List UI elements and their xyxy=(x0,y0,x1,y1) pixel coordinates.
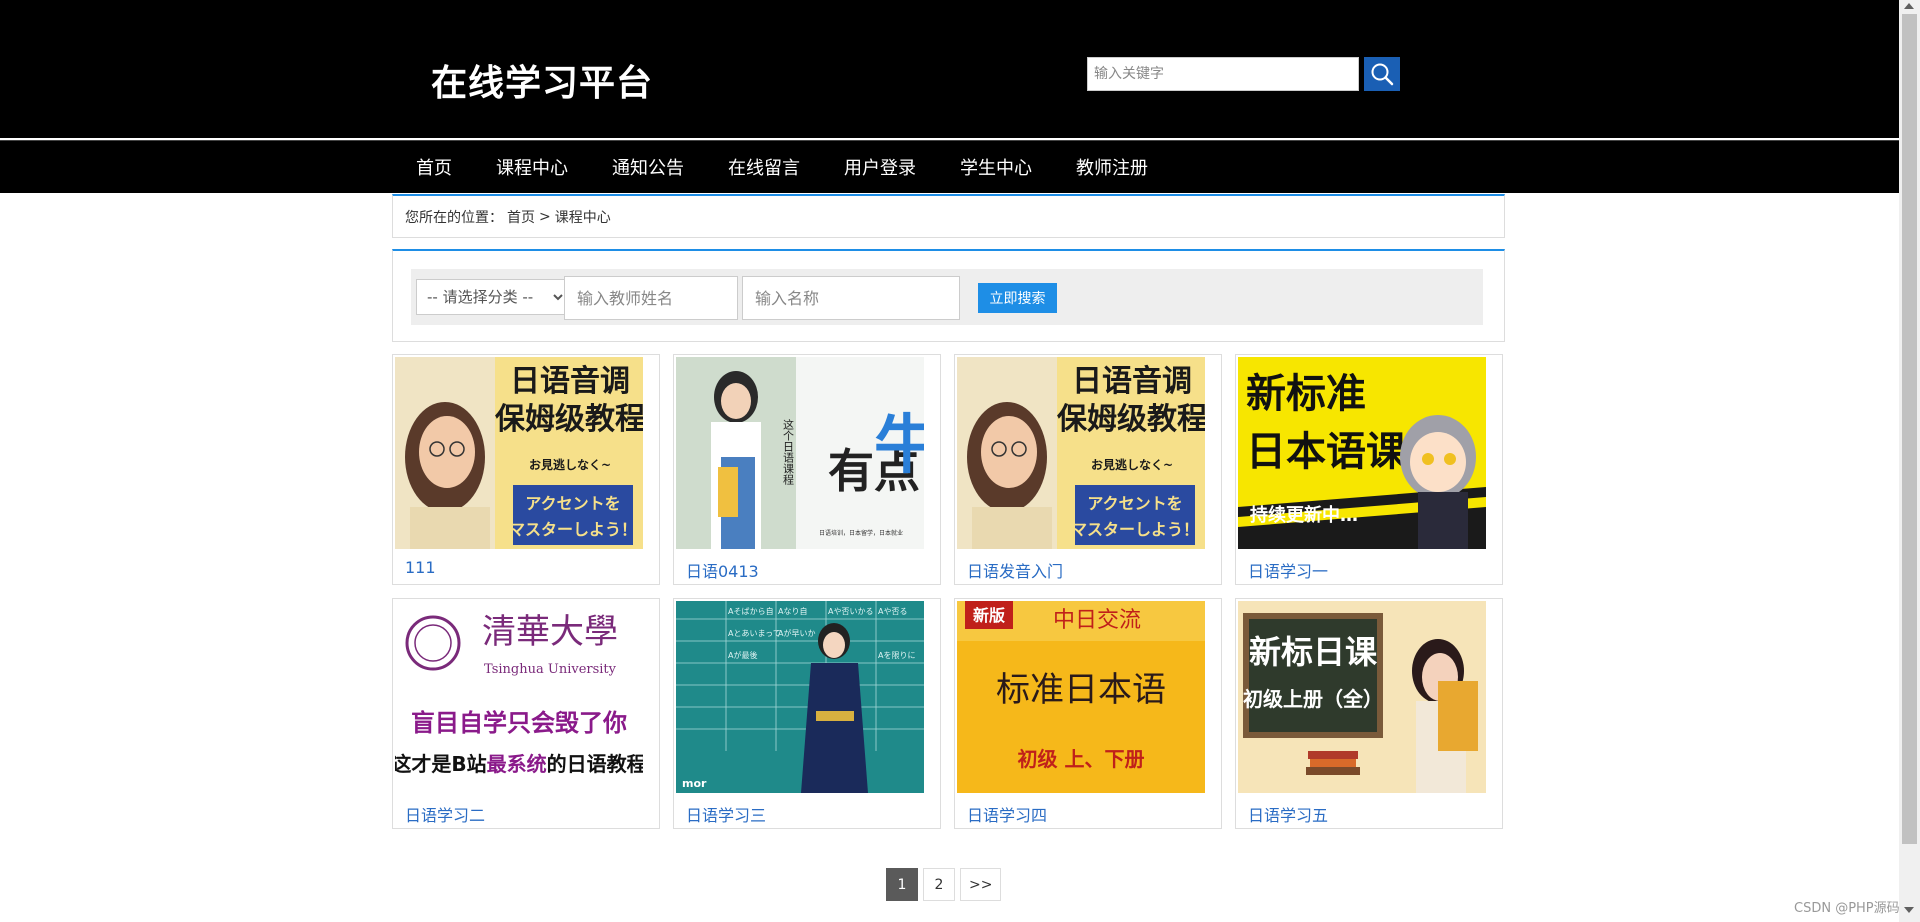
thumb-text: 标准日本语 xyxy=(996,670,1166,710)
thumb-text: アクセントを xyxy=(525,494,620,513)
course-thumbnail: 清華大學 Tsinghua University 盲目自学只会毁了你 这才是B站… xyxy=(395,601,643,793)
thumb-text: 保姆级教程 xyxy=(1057,402,1205,437)
course-title[interactable]: 日语学习三 xyxy=(686,802,766,826)
category-select[interactable]: -- 请选择分类 -- xyxy=(416,279,567,315)
thumb-text: 这才是B站 xyxy=(395,752,487,776)
course-title[interactable]: 日语学习五 xyxy=(1248,802,1328,826)
thumb-text: Aを限りに xyxy=(878,651,915,660)
filter-bar: -- 请选择分类 -- 立即搜索 xyxy=(411,269,1483,325)
course-card[interactable]: 这个日语课程 有点 牛 日语培训，日本留学，日本就业 日语0413 xyxy=(673,354,941,585)
thumb-text: 这个日语课程 xyxy=(782,418,795,486)
breadcrumb-home-link[interactable]: 首页 xyxy=(507,207,535,227)
nav-item-messages[interactable]: 在线留言 xyxy=(728,154,800,180)
course-card[interactable]: Aそばから自 Aなり自 Aや否いかる Aや否る Aとあいまって Aが早いか Aが… xyxy=(673,598,941,829)
thumb-text: 清華大學 xyxy=(482,612,618,652)
page-button-1[interactable]: 1 xyxy=(886,868,918,901)
page-button-2[interactable]: 2 xyxy=(923,868,955,901)
thumb-text: 初级 上、下册 xyxy=(1018,747,1145,771)
nav-item-login[interactable]: 用户登录 xyxy=(844,154,916,180)
nav-item-course-center[interactable]: 课程中心 xyxy=(496,154,568,180)
thumb-text: Aが最後 xyxy=(728,650,757,660)
course-thumbnail: 这个日语课程 有点 牛 日语培训，日本留学，日本就业 xyxy=(676,357,924,549)
thumb-text: Aや否る xyxy=(878,607,907,616)
thumb-text: Tsinghua University xyxy=(484,662,617,677)
search-icon xyxy=(1371,63,1394,86)
breadcrumb: 您所在的位置： 首页 > 课程中心 xyxy=(392,194,1505,238)
teacher-name-input[interactable] xyxy=(564,276,738,320)
thumb-text: 新版 xyxy=(973,606,1005,625)
search-button[interactable] xyxy=(1364,57,1400,91)
scroll-up-icon[interactable] xyxy=(1904,3,1914,9)
nav-item-student-center[interactable]: 学生中心 xyxy=(960,154,1032,180)
filter-panel: -- 请选择分类 -- 立即搜索 xyxy=(392,249,1505,342)
thumb-text: Aそばから自 xyxy=(728,606,774,616)
search-now-button[interactable]: 立即搜索 xyxy=(978,283,1057,313)
thumb-text: お見逃しなく~ xyxy=(1091,457,1173,472)
site-header: 在线学习平台 xyxy=(0,0,1899,138)
course-thumbnail: 新版 中日交流 标准日本语 初级 上、下册 xyxy=(957,601,1205,793)
thumb-text: Aとあいまって xyxy=(728,629,781,638)
watermark: CSDN @PHP源码 xyxy=(1794,901,1900,916)
thumb-text: 的日语教程 xyxy=(547,752,643,776)
page-next-button[interactable]: >> xyxy=(960,868,1002,901)
scrollbar-thumb[interactable] xyxy=(1902,14,1917,844)
thumb-text: Aが早いか xyxy=(778,628,815,638)
course-title[interactable]: 日语0413 xyxy=(686,558,759,582)
thumb-text: 最系统 xyxy=(487,752,547,776)
pagination: 1 2 >> xyxy=(886,868,1006,901)
course-card[interactable]: 新标准 日本语课 持续更新中… 日语学习一 xyxy=(1235,354,1503,585)
nav-item-home[interactable]: 首页 xyxy=(416,154,452,180)
thumb-text: 中日交流 xyxy=(1053,608,1141,633)
main-nav: 首页 课程中心 通知公告 在线留言 用户登录 学生中心 教师注册 xyxy=(0,140,1899,193)
thumb-text: 新标日课 xyxy=(1249,633,1378,671)
course-title[interactable]: 日语学习二 xyxy=(405,802,485,826)
thumb-text: アクセントを xyxy=(1087,494,1182,513)
course-name-input[interactable] xyxy=(742,276,960,320)
course-thumbnail: 新标日课 初级上册（全） xyxy=(1238,601,1486,793)
breadcrumb-prefix: 您所在的位置： xyxy=(405,209,503,226)
thumb-text: 日语音调 xyxy=(1072,364,1192,399)
course-title[interactable]: 111 xyxy=(405,558,436,577)
scroll-down-icon[interactable] xyxy=(1904,907,1914,913)
thumb-text: マスターしよう！ xyxy=(1071,520,1199,539)
course-thumbnail: 日语音调 保姆级教程 お見逃しなく~ アクセントを マスターしよう！ xyxy=(395,357,643,549)
thumb-text: 持续更新中… xyxy=(1250,504,1358,526)
thumb-text: マスターしよう！ xyxy=(509,520,637,539)
thumb-text: 保姆级教程 xyxy=(495,402,643,437)
thumb-text: 初级上册（全） xyxy=(1243,687,1383,711)
course-card[interactable]: 新版 中日交流 标准日本语 初级 上、下册 日语学习四 xyxy=(954,598,1222,829)
course-title[interactable]: 日语学习一 xyxy=(1248,558,1328,582)
thumb-text: お見逃しなく~ xyxy=(529,457,611,472)
course-card[interactable]: 日语音调 保姆级教程 お見逃しなく~ アクセントを マスターしよう！ 111 xyxy=(392,354,660,585)
thumb-text: Aや否いかる xyxy=(828,607,873,616)
course-grid: 日语音调 保姆级教程 お見逃しなく~ アクセントを マスターしよう！ 111 这… xyxy=(392,354,1505,830)
course-card[interactable]: 新标日课 初级上册（全） 日语学习五 xyxy=(1235,598,1503,829)
thumb-text: 日本语课 xyxy=(1246,429,1407,475)
course-card[interactable]: 日语音调 保姆级教程 お見逃しなく~ アクセントを マスターしよう！ 日语发音入… xyxy=(954,354,1222,585)
thumb-text: 日语音调 xyxy=(510,364,630,399)
nav-item-notices[interactable]: 通知公告 xyxy=(612,154,684,180)
course-thumbnail: 日语音调 保姆级教程 お見逃しなく~ アクセントを マスターしよう！ xyxy=(957,357,1205,549)
nav-item-teacher-register[interactable]: 教师注册 xyxy=(1076,154,1148,180)
thumb-text: Aなり自 xyxy=(778,606,807,616)
course-title[interactable]: 日语学习四 xyxy=(967,802,1047,826)
site-title: 在线学习平台 xyxy=(431,63,654,104)
course-thumbnail: Aそばから自 Aなり自 Aや否いかる Aや否る Aとあいまって Aが早いか Aが… xyxy=(676,601,924,793)
course-thumbnail: 新标准 日本语课 持续更新中… xyxy=(1238,357,1486,549)
breadcrumb-separator: > xyxy=(539,208,551,225)
thumb-text: 牛 xyxy=(874,408,924,483)
thumb-text: 盲目自学只会毁了你 xyxy=(411,709,627,737)
course-title[interactable]: 日语发音入门 xyxy=(967,558,1063,582)
thumb-text: 新标准 xyxy=(1246,371,1366,417)
thumb-text: 日语培训，日本留学，日本就业 xyxy=(819,529,903,537)
thumb-text: mor xyxy=(682,777,707,790)
keyword-search-input[interactable] xyxy=(1087,57,1359,91)
course-card[interactable]: 清華大學 Tsinghua University 盲目自学只会毁了你 这才是B站… xyxy=(392,598,660,829)
breadcrumb-current: 课程中心 xyxy=(554,209,611,226)
svg-text:这才是B站最系统的日语教程: 这才是B站最系统的日语教程 xyxy=(395,752,643,776)
